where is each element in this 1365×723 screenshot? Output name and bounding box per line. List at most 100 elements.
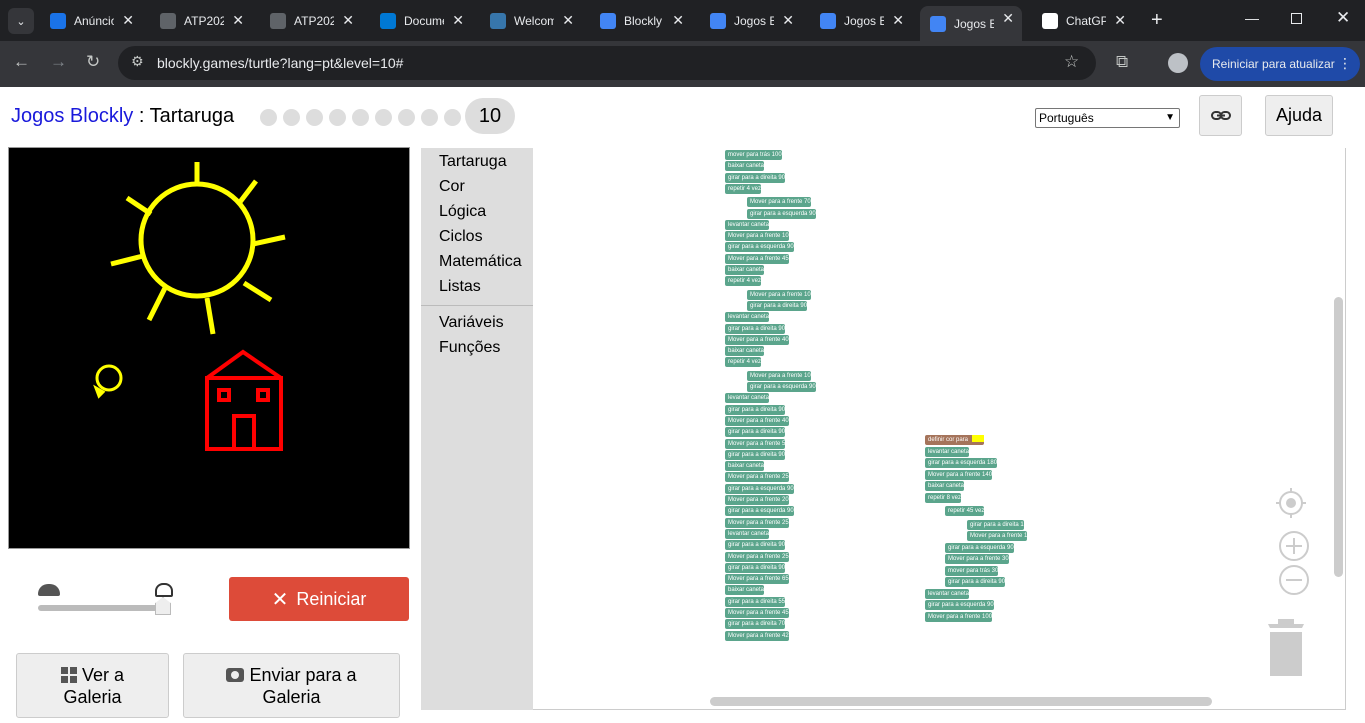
code-block[interactable]: baixar caneta: [725, 265, 765, 275]
code-block[interactable]: girar para a direita 55: [725, 596, 786, 607]
toolbox-category[interactable]: Listas: [439, 278, 481, 296]
code-block[interactable]: Mover para a frente 5: [725, 438, 786, 449]
tab-close-icon[interactable]: ✕: [892, 12, 904, 29]
level-dot[interactable]: [352, 109, 369, 126]
workspace-vertical-scrollbar[interactable]: [1334, 297, 1343, 577]
level-dot[interactable]: [329, 109, 346, 126]
current-level-badge[interactable]: 10: [465, 98, 515, 134]
tab-close-icon[interactable]: ✕: [342, 12, 354, 29]
minimize-button[interactable]: —: [1245, 10, 1259, 26]
level-dot[interactable]: [444, 109, 461, 126]
code-block[interactable]: girar para a direita 90: [945, 577, 1006, 587]
code-block[interactable]: definir cor para: [925, 435, 985, 445]
code-block[interactable]: girar para a esquerda 90: [747, 382, 816, 392]
code-block[interactable]: mover para trás 30: [945, 565, 999, 576]
toolbox-category[interactable]: Ciclos: [439, 228, 483, 246]
code-block[interactable]: Mover para a frente 20: [725, 495, 789, 505]
code-block[interactable]: repetir 4 vez: [725, 357, 762, 368]
code-block[interactable]: levantar caneta: [725, 528, 770, 539]
bookmark-star-icon[interactable]: ☆: [1064, 52, 1079, 72]
link-button[interactable]: [1199, 95, 1242, 136]
code-block[interactable]: girar para a esquerda 90: [725, 506, 794, 517]
code-block[interactable]: mover para trás 100: [725, 150, 782, 160]
code-block[interactable]: girar para a esquerda 180: [925, 458, 998, 468]
code-block[interactable]: Mover para a frente 25: [725, 472, 789, 483]
browser-tab[interactable]: Jogos Bl ✕: [700, 8, 802, 34]
code-block[interactable]: girar para a direita 90: [725, 449, 786, 460]
code-block[interactable]: girar para a esquerda 90: [925, 600, 994, 610]
browser-tab[interactable]: Document ✕: [370, 8, 472, 34]
toolbox-category[interactable]: Matemática: [439, 253, 522, 271]
forward-arrow-icon[interactable]: →: [50, 52, 67, 72]
code-block[interactable]: Mover para a frente 10: [747, 370, 811, 381]
code-block[interactable]: Mover para a frente 45: [725, 253, 789, 264]
code-block[interactable]: baixar caneta: [925, 481, 965, 491]
trash-icon[interactable]: [1264, 618, 1308, 678]
code-block[interactable]: girar para a direita 90: [725, 172, 786, 183]
code-block[interactable]: girar para a esquerda 90: [725, 483, 794, 494]
code-block[interactable]: Mover para a frente 10: [747, 289, 811, 300]
back-arrow-icon[interactable]: ←: [13, 52, 30, 72]
tab-close-icon[interactable]: ✕: [1002, 10, 1014, 27]
level-dot[interactable]: [421, 109, 438, 126]
code-block[interactable]: Mover para a frente 40: [725, 415, 789, 426]
code-block[interactable]: Mover para a frente 10: [725, 231, 789, 242]
level-dot[interactable]: [306, 109, 323, 126]
code-block[interactable]: repetir 8 vez: [925, 492, 962, 503]
code-block[interactable]: Mover para a frente 30: [945, 554, 1009, 564]
code-block[interactable]: girar para a esquerda 90: [725, 242, 794, 253]
workspace-horizontal-scrollbar[interactable]: [710, 697, 1212, 706]
code-block[interactable]: Mover para a frente 70: [747, 197, 811, 208]
code-block[interactable]: Mover para a frente 100: [925, 611, 993, 622]
code-block[interactable]: levantar caneta: [925, 446, 970, 457]
code-block[interactable]: girar para a direita 90: [725, 427, 786, 438]
url-text[interactable]: blockly.games/turtle?lang=pt&level=10#: [157, 55, 403, 71]
code-block[interactable]: Mover para a frente 42: [725, 630, 789, 641]
code-block[interactable]: repetir 4 vez: [725, 183, 762, 194]
code-block[interactable]: Mover para a frente 25: [725, 551, 789, 562]
menu-dots-icon[interactable]: ⋮: [1338, 55, 1352, 72]
close-window-button[interactable]: ✕: [1336, 8, 1350, 28]
profile-avatar[interactable]: [1168, 53, 1188, 73]
code-block[interactable]: baixar caneta: [725, 585, 765, 596]
browser-tab[interactable]: Welcome ✕: [480, 8, 582, 34]
code-block[interactable]: girar para a direita 90: [747, 300, 808, 311]
tab-close-icon[interactable]: ✕: [782, 12, 794, 29]
toolbox-category[interactable]: Funções: [439, 339, 500, 357]
reload-icon[interactable]: ↻: [86, 52, 100, 72]
tab-search-button[interactable]: ⌄: [8, 8, 34, 34]
toolbox-category[interactable]: Tartaruga: [439, 153, 507, 171]
submit-gallery-button[interactable]: Enviar para a Galeria: [183, 653, 400, 718]
code-block[interactable]: Mover para a frente 45: [725, 608, 789, 618]
level-dot[interactable]: [283, 109, 300, 126]
brand-link[interactable]: Jogos Blockly: [11, 105, 133, 127]
code-block[interactable]: girar para a esquerda 90: [747, 208, 816, 219]
browser-tab[interactable]: ATP2024 ✕: [150, 8, 252, 34]
reset-button[interactable]: ✕ Reiniciar: [229, 577, 409, 621]
browser-tab[interactable]: Jogos Bl ✕: [810, 8, 912, 34]
code-block[interactable]: levantar caneta: [725, 393, 770, 404]
code-block[interactable]: Mover para a frente 140: [925, 469, 993, 480]
maximize-button[interactable]: [1291, 13, 1302, 24]
level-dot[interactable]: [260, 109, 277, 126]
language-select[interactable]: Português ▼: [1035, 108, 1180, 128]
code-block[interactable]: baixar caneta: [725, 461, 765, 472]
code-block[interactable]: Mover para a frente 40: [725, 334, 789, 345]
code-block[interactable]: repetir 45 vez: [945, 506, 985, 516]
help-button[interactable]: Ajuda: [1265, 95, 1333, 136]
tab-close-icon[interactable]: ✕: [232, 12, 244, 29]
tab-close-icon[interactable]: ✕: [452, 12, 464, 29]
toolbox-category[interactable]: Cor: [439, 178, 465, 196]
speed-slider-thumb[interactable]: [155, 597, 171, 615]
toolbox-category[interactable]: Lógica: [439, 203, 486, 221]
blockly-workspace[interactable]: mover para trás 100 baixar caneta girar pa…: [533, 148, 1346, 710]
update-chrome-button[interactable]: Reiniciar para atualizar ⋮: [1200, 47, 1360, 81]
code-block[interactable]: baixar caneta: [725, 161, 765, 172]
code-block[interactable]: girar para a direita 90: [725, 540, 786, 551]
code-block[interactable]: girar para a direita 70: [725, 619, 786, 630]
browser-tab[interactable]: Jogos Bl ✕: [920, 6, 1022, 41]
code-block[interactable]: girar para a direita 1: [967, 519, 1024, 530]
browser-tab[interactable]: Blockly ✕: [590, 8, 692, 34]
toolbox-category[interactable]: Variáveis: [439, 314, 504, 332]
browser-tab[interactable]: ATP2024 ✕: [260, 8, 362, 34]
